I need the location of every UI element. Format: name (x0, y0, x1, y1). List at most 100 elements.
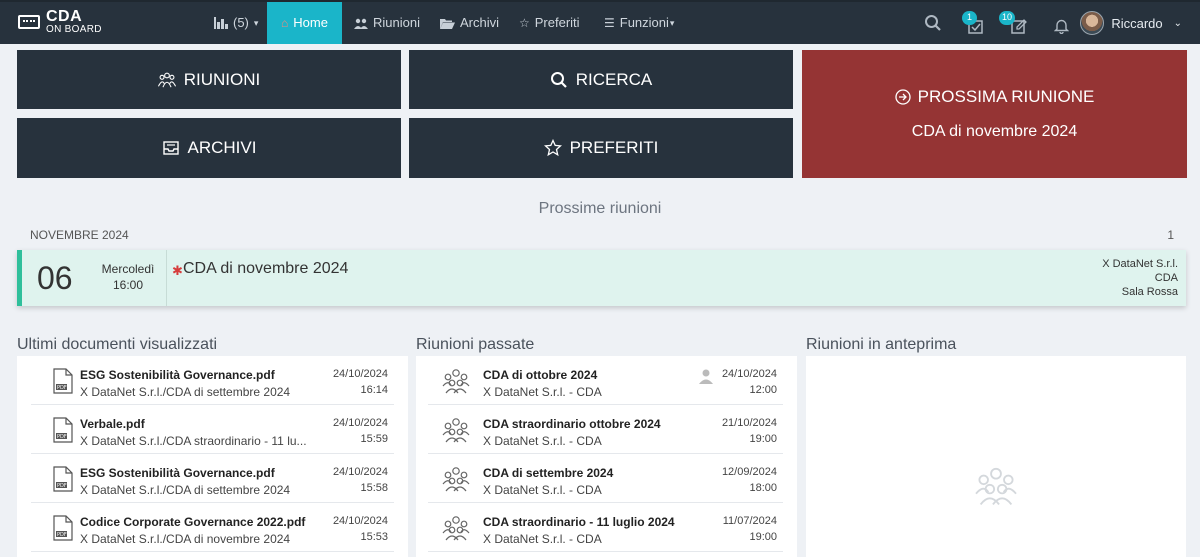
tile-preferiti[interactable]: PREFERITI (409, 118, 793, 178)
asterisk-icon: ✱ (172, 263, 183, 278)
past-title: Riunioni passate (416, 336, 535, 353)
pdf-file-icon: PDF (53, 466, 73, 492)
document-row[interactable]: PDF Codice Corporate Governance 2022.pdf… (31, 503, 394, 552)
edits-badge: 10 (999, 11, 1016, 25)
tile-ricerca-label: RICERCA (575, 69, 653, 89)
preview-panel (806, 356, 1186, 557)
svg-text:PDF: PDF (57, 434, 67, 440)
past-meeting-row[interactable]: CDA di ottobre 2024 X DataNet S.r.l. - C… (428, 356, 783, 405)
search-icon[interactable] (924, 14, 942, 37)
document-date: 24/10/2024 (332, 417, 388, 429)
past-meeting-org: X DataNet S.r.l. - CDA (483, 532, 602, 546)
user-menu[interactable]: Riccardo ⌄ (1080, 11, 1182, 35)
svg-text:PDF: PDF (57, 385, 67, 391)
tile-ricerca[interactable]: RICERCA (409, 50, 793, 109)
home-icon: ⌂ (281, 16, 289, 30)
prossima-label: PROSSIMA RIUNIONE (917, 87, 1095, 106)
brand-line1: CDA (46, 8, 83, 25)
past-meeting-row[interactable]: CDA straordinario ottobre 2024 X DataNet… (428, 405, 783, 454)
nav-archivi[interactable]: Archivi (440, 2, 499, 44)
document-name: Verbale.pdf (80, 417, 145, 431)
bell-icon[interactable] (1053, 18, 1070, 39)
user-name: Riccardo (1111, 15, 1163, 31)
nav-archivi-label: Archivi (460, 15, 500, 30)
tile-riunioni[interactable]: RIUNIONI (17, 50, 401, 109)
divider (166, 250, 167, 306)
nav-funzioni-label: Funzioni (619, 15, 669, 30)
document-date: 24/10/2024 (332, 368, 388, 380)
past-meeting-date: 24/10/2024 (721, 368, 777, 380)
pdf-file-icon: PDF (53, 417, 73, 443)
document-path: X DataNet S.r.l./CDA di novembre 2024 (80, 532, 291, 546)
group-icon (442, 369, 470, 394)
document-path: X DataNet S.r.l./CDA di settembre 2024 (80, 385, 291, 399)
top-navbar: CDA ON BOARD (5) ▾ ⌂ Home Riunioni Archi… (0, 0, 1200, 44)
group-icon (442, 467, 470, 492)
past-meeting-name: CDA di settembre 2024 (483, 466, 614, 480)
avatar (1080, 11, 1105, 35)
tasks-badge: 1 (962, 11, 977, 25)
chevron-down-icon: ⌄ (1173, 17, 1182, 29)
svg-text:PDF: PDF (57, 532, 67, 538)
inbox-icon (162, 141, 179, 155)
nav-stats-count: (5) (233, 15, 249, 30)
past-meeting-org: X DataNet S.r.l. - CDA (483, 434, 602, 448)
document-path: X DataNet S.r.l./CDA straordinario - 11 … (80, 434, 307, 448)
document-time: 15:59 (360, 433, 388, 445)
document-row[interactable]: PDF ESG Sostenibilità Governance.pdf X D… (31, 356, 394, 405)
svg-text:PDF: PDF (57, 483, 67, 489)
nav-preferiti[interactable]: ☆ Preferiti (519, 2, 580, 44)
past-meeting-row[interactable]: CDA di settembre 2024 X DataNet S.r.l. -… (428, 454, 783, 503)
document-row[interactable]: PDF ESG Sostenibilità Governance.pdf X D… (31, 454, 394, 503)
nav-funzioni-dropdown[interactable]: ☰ Funzioni ▾ (604, 2, 674, 44)
past-meeting-date: 11/07/2024 (722, 515, 777, 527)
past-meeting-name: CDA straordinario - 11 luglio 2024 (483, 515, 675, 529)
upcoming-meeting-card[interactable]: 06 Mercoledì 16:00 ✱ CDA di novembre 202… (17, 250, 1186, 306)
past-meeting-time: 18:00 (749, 482, 777, 494)
group-icon (442, 418, 470, 443)
upcoming-title: Prossime riunioni (538, 200, 662, 217)
document-date: 24/10/2024 (332, 515, 388, 527)
document-time: 16:14 (360, 384, 388, 396)
caret-down-icon: ▾ (669, 18, 675, 28)
document-name: Codice Corporate Governance 2022.pdf (80, 515, 306, 529)
pdf-file-icon: PDF (53, 368, 73, 394)
document-date: 24/10/2024 (332, 466, 388, 478)
star-icon (543, 139, 562, 157)
documents-panel: PDF ESG Sostenibilità Governance.pdf X D… (17, 356, 408, 557)
nav-riunioni-label: Riunioni (373, 15, 420, 30)
arrow-circle-right-icon (895, 89, 911, 105)
past-meeting-name: CDA straordinario ottobre 2024 (483, 417, 661, 431)
tile-prossima-riunione[interactable]: PROSSIMA RIUNIONE CDA di novembre 2024 (802, 50, 1187, 178)
brand-logo[interactable]: CDA ON BOARD (18, 9, 102, 35)
document-row[interactable]: PDF Verbale.pdf X DataNet S.r.l./CDA str… (31, 405, 394, 454)
group-icon (442, 516, 470, 541)
caret-down-icon: ▾ (253, 18, 259, 28)
meeting-body: CDA (1154, 272, 1178, 284)
meeting-company: X DataNet S.r.l. (1102, 258, 1178, 270)
document-time: 15:53 (360, 531, 388, 543)
pdf-file-icon: PDF (53, 515, 73, 541)
document-name: ESG Sostenibilità Governance.pdf (80, 466, 275, 480)
past-meeting-org: X DataNet S.r.l. - CDA (483, 483, 602, 497)
tile-preferiti-label: PREFERITI (569, 138, 659, 157)
preview-title: Riunioni in anteprima (806, 336, 957, 353)
menu-icon: ☰ (604, 16, 615, 30)
group-placeholder-icon (975, 467, 1017, 506)
folder-open-icon (440, 18, 455, 29)
past-meeting-name: CDA di ottobre 2024 (483, 368, 598, 382)
nav-riunioni[interactable]: Riunioni (354, 2, 420, 44)
past-meeting-row[interactable]: CDA straordinario - 11 luglio 2024 X Dat… (428, 503, 783, 552)
meeting-title: CDA di novembre 2024 (183, 260, 349, 277)
document-path: X DataNet S.r.l./CDA di settembre 2024 (80, 483, 291, 497)
nav-home[interactable]: ⌂ Home (267, 2, 342, 44)
nav-stats-dropdown[interactable]: (5) ▾ (214, 2, 258, 44)
film-logo-icon (18, 15, 40, 29)
tile-archivi[interactable]: ARCHIVI (17, 118, 401, 178)
past-meeting-date: 12/09/2024 (721, 466, 777, 478)
star-icon: ☆ (519, 16, 530, 30)
past-meeting-date: 21/10/2024 (721, 417, 777, 429)
nav-preferiti-label: Preferiti (534, 15, 580, 30)
user-icon[interactable] (698, 368, 714, 384)
group-icon (157, 72, 176, 87)
